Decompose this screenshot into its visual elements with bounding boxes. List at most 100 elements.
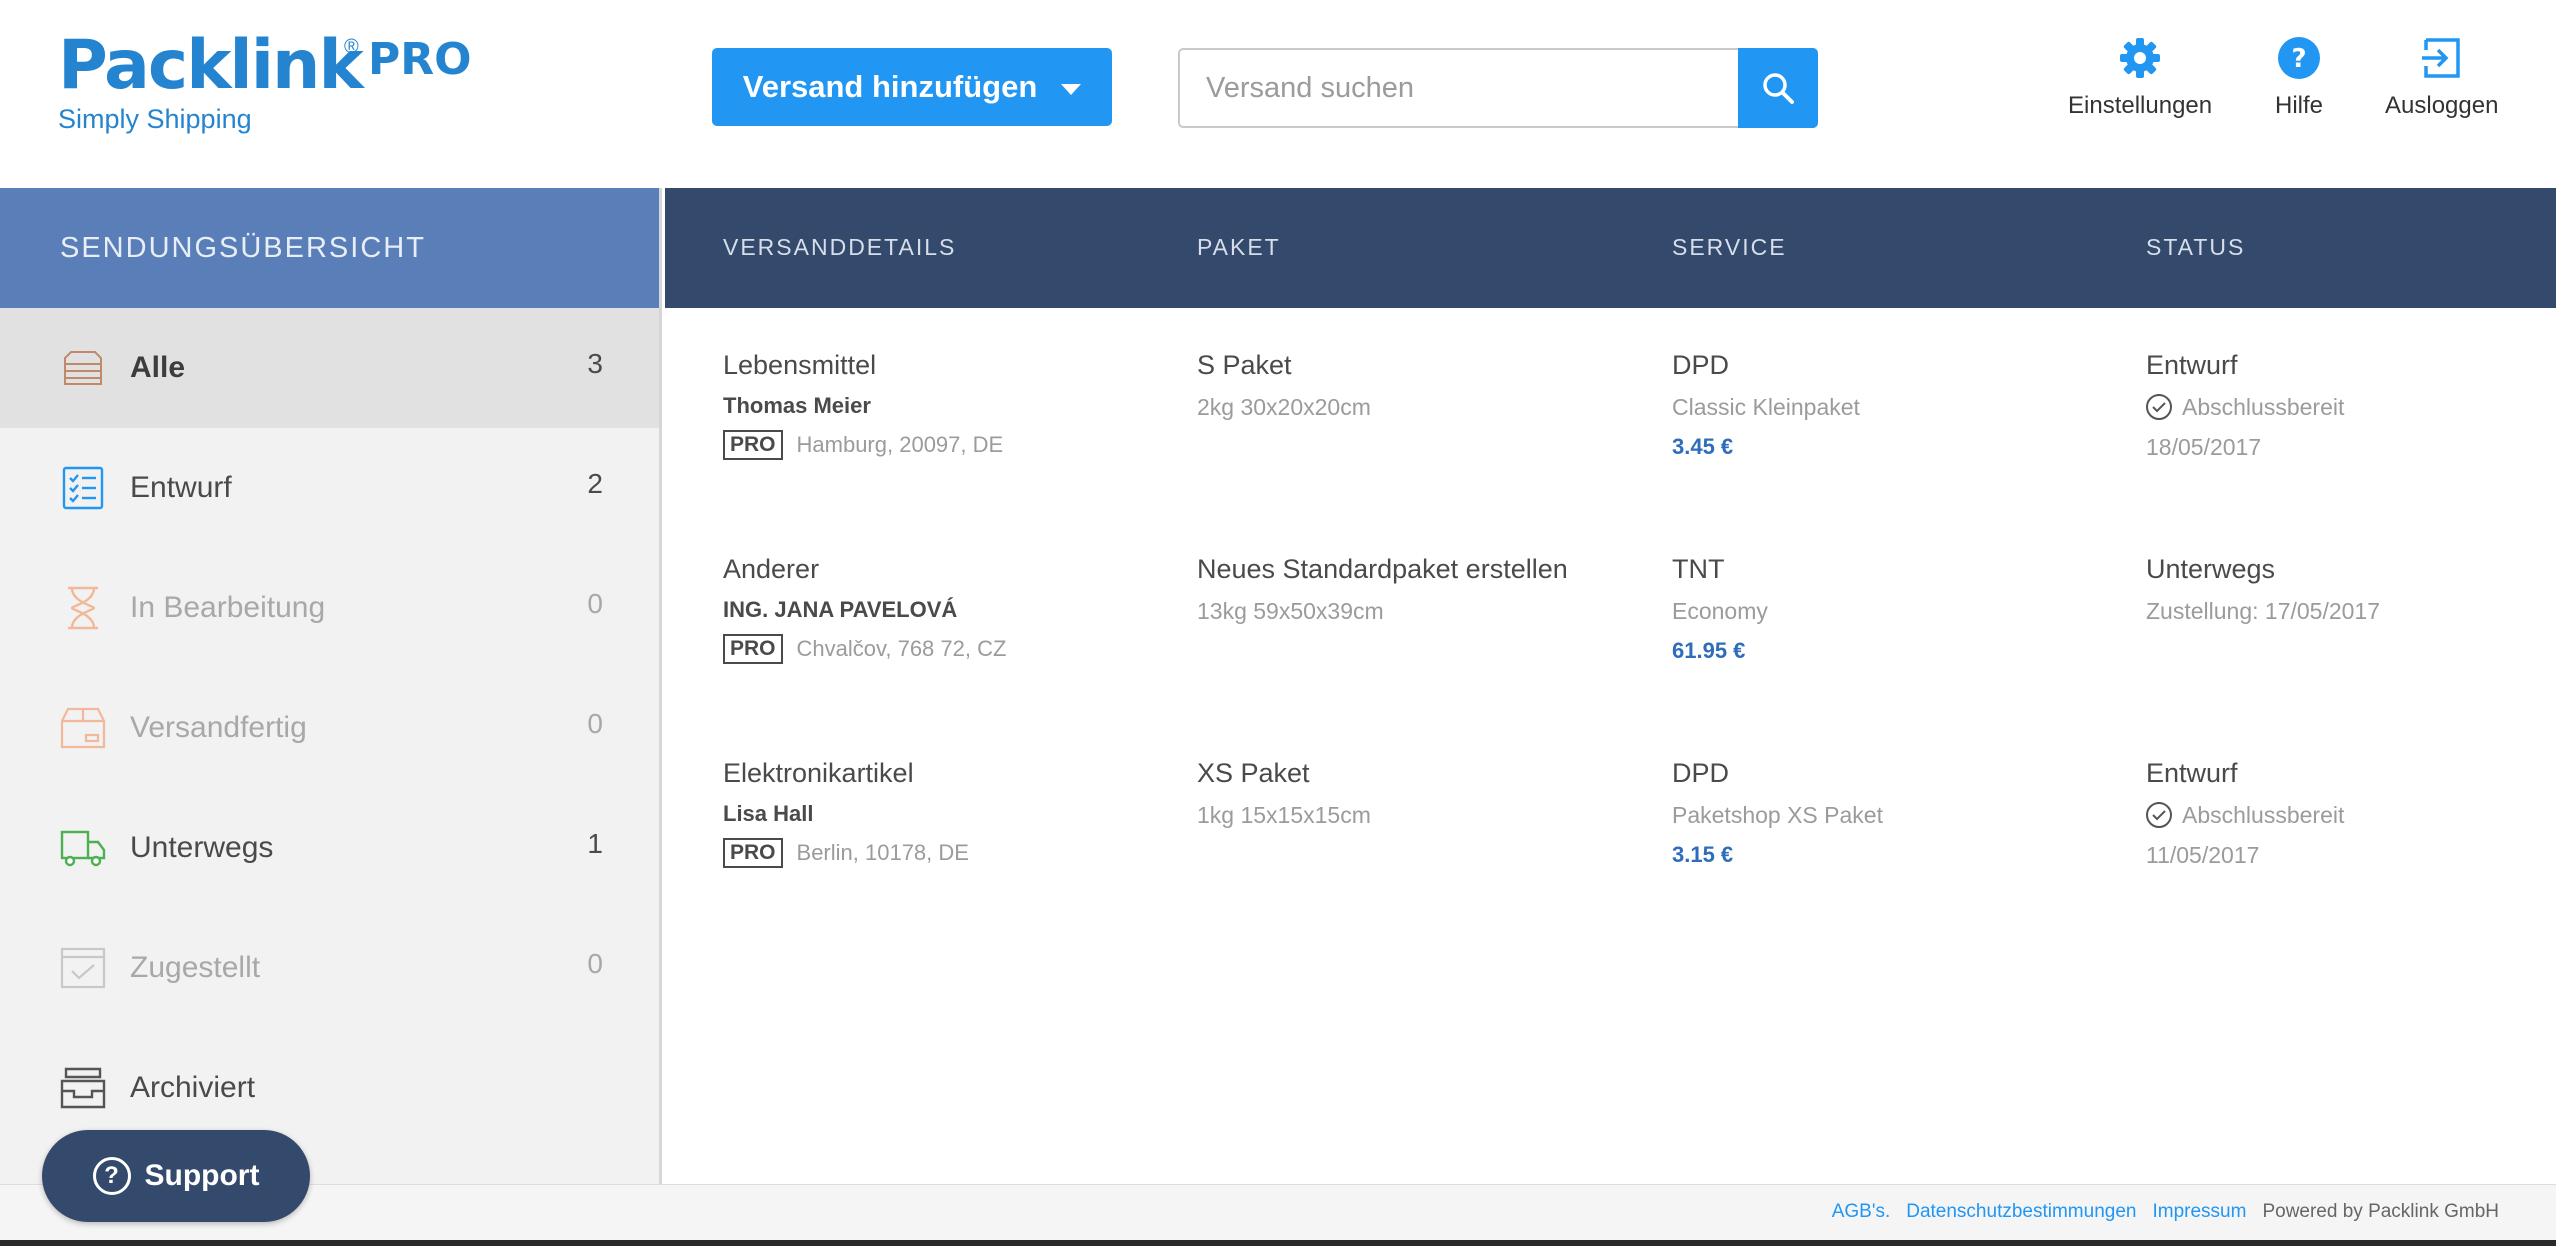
- logo-tagline: Simply Shipping: [58, 104, 252, 134]
- sidebar-item-label: Versandfertig: [130, 711, 307, 744]
- pro-badge: PRO: [723, 430, 783, 460]
- package-name: Neues Standardpaket erstellen: [1197, 554, 1568, 584]
- bottom-strip: [0, 1240, 2556, 1246]
- recipient-name: ING. JANA PAVELOVÁ: [723, 597, 958, 622]
- sidebar-item-alle[interactable]: Alle 3: [0, 308, 659, 428]
- powered-by-text: Powered by Packlink GmbH: [2262, 1201, 2499, 1222]
- shipments-table-header: VERSANDDETAILS PAKET SERVICE STATUS: [665, 188, 2556, 308]
- packlink-logo[interactable]: Packlink ® PRO Simply Shipping: [58, 26, 472, 136]
- recipient-address: PRO Chvalčov, 768 72, CZ: [723, 634, 1006, 664]
- logo-registered-mark: ®: [344, 36, 359, 58]
- status-label: Entwurf: [2146, 350, 2238, 380]
- details-cell: Lebensmittel Thomas Meier PRO Hamburg, 2…: [723, 348, 1003, 460]
- status-cell: Unterwegs Zustellung: 17/05/2017: [2146, 552, 2380, 626]
- package-dimensions: 1kg 15x15x15cm: [1197, 802, 1371, 828]
- sidebar-item-entwurf[interactable]: Entwurf 2: [0, 428, 659, 548]
- status-cell: Entwurf Abschlussbereit 18/05/2017: [2146, 348, 2344, 462]
- sidebar-item-zugestellt[interactable]: Zugestellt 0: [0, 908, 659, 1028]
- details-cell: Elektronikartikel Lisa Hall PRO Berlin, …: [723, 756, 969, 868]
- check-circle-icon: [2146, 394, 2172, 420]
- address-text: Hamburg, 20097, DE: [796, 432, 1004, 457]
- sidebar-item-label: Alle: [130, 351, 186, 384]
- sidebar-item-unterwegs[interactable]: Unterwegs 1: [0, 788, 659, 908]
- search-bar: [1178, 48, 1818, 128]
- sidebar-item-label: Unterwegs: [130, 831, 274, 864]
- svg-text:?: ?: [2291, 44, 2306, 74]
- sidebar-item-in-bearbeitung[interactable]: In Bearbeitung 0: [0, 548, 659, 668]
- help-button[interactable]: ? Hilfe: [2275, 36, 2323, 120]
- add-shipment-button[interactable]: Versand hinzufügen: [712, 48, 1112, 126]
- package-cell: S Paket 2kg 30x20x20cm: [1197, 348, 1371, 422]
- sidebar-item-versandfertig[interactable]: Versandfertig 0: [0, 668, 659, 788]
- details-cell: Anderer ING. JANA PAVELOVÁ PRO Chvalčov,…: [723, 552, 1006, 664]
- search-button[interactable]: [1738, 48, 1818, 128]
- status-label: Unterwegs: [2146, 554, 2276, 584]
- sidebar-title: SENDUNGSÜBERSICHT: [0, 188, 659, 308]
- logout-label: Ausloggen: [2385, 92, 2499, 119]
- shipment-title: Lebensmittel: [723, 350, 877, 380]
- help-circle-icon: ?: [92, 1157, 131, 1195]
- service-price: 3.15 €: [1672, 842, 1734, 867]
- top-header: Packlink ® PRO Simply Shipping Versand h…: [0, 0, 2556, 188]
- search-input[interactable]: [1178, 48, 1738, 128]
- pro-badge: PRO: [723, 634, 783, 664]
- footer: AGB's. Datenschutzbestimmungen Impressum…: [0, 1184, 2556, 1246]
- status-date: 18/05/2017: [2146, 434, 2262, 460]
- service-cell: DPD Classic Kleinpaket 3.45 €: [1672, 348, 1860, 462]
- box-icon: [60, 705, 106, 751]
- status-sub-text: Abschlussbereit: [2182, 394, 2345, 420]
- sidebar-item-count: 2: [587, 468, 603, 499]
- privacy-link[interactable]: Datenschutzbestimmungen: [1906, 1201, 2136, 1223]
- package-cell: XS Paket 1kg 15x15x15cm: [1197, 756, 1371, 830]
- service-cell: DPD Paketshop XS Paket 3.15 €: [1672, 756, 1883, 870]
- column-header-service[interactable]: SERVICE: [1672, 234, 1787, 261]
- logo-wordmark: Packlink: [58, 26, 364, 105]
- package-dimensions: 2kg 30x20x20cm: [1197, 394, 1371, 420]
- imprint-link[interactable]: Impressum: [2152, 1201, 2246, 1223]
- package-cell: Neues Standardpaket erstellen 13kg 59x50…: [1197, 552, 1568, 626]
- pro-badge: PRO: [723, 838, 783, 868]
- logout-button[interactable]: Ausloggen: [2385, 36, 2498, 120]
- settings-button[interactable]: Einstellungen: [2068, 36, 2212, 120]
- service-name: Economy: [1672, 598, 1768, 624]
- sidebar-item-count: 0: [587, 588, 603, 619]
- hourglass-icon: [60, 585, 106, 631]
- table-row[interactable]: Elektronikartikel Lisa Hall PRO Berlin, …: [665, 756, 2556, 960]
- support-button[interactable]: ? Support: [42, 1130, 310, 1222]
- logo-pro-label: PRO: [368, 34, 472, 85]
- status-label: Entwurf: [2146, 758, 2238, 788]
- package-name: S Paket: [1197, 350, 1292, 380]
- service-price: 3.45 €: [1672, 434, 1734, 459]
- sidebar: SENDUNGSÜBERSICHT Alle 3 Entwurf 2 In Be…: [0, 188, 662, 1188]
- stack-icon: [60, 345, 106, 391]
- sidebar-item-count: 1: [587, 828, 603, 859]
- service-name: Classic Kleinpaket: [1672, 394, 1860, 420]
- column-header-status[interactable]: STATUS: [2146, 234, 2245, 261]
- recipient-address: PRO Hamburg, 20097, DE: [723, 430, 1003, 460]
- service-cell: TNT Economy 61.95 €: [1672, 552, 1768, 666]
- status-detail: Abschlussbereit: [2146, 392, 2344, 422]
- service-price: 61.95 €: [1672, 638, 1746, 663]
- column-header-details[interactable]: VERSANDDETAILS: [723, 234, 956, 261]
- recipient-name: Thomas Meier: [723, 393, 871, 418]
- carrier-name: DPD: [1672, 350, 1730, 380]
- sidebar-item-count: 3: [587, 348, 603, 379]
- chevron-down-icon: [1061, 83, 1082, 95]
- terms-link[interactable]: AGB's.: [1832, 1201, 1891, 1223]
- service-name: Paketshop XS Paket: [1672, 802, 1883, 828]
- address-text: Berlin, 10178, DE: [796, 840, 969, 865]
- table-row[interactable]: Anderer ING. JANA PAVELOVÁ PRO Chvalčov,…: [665, 552, 2556, 756]
- address-text: Chvalčov, 768 72, CZ: [796, 636, 1007, 661]
- table-row[interactable]: Lebensmittel Thomas Meier PRO Hamburg, 2…: [665, 348, 2556, 552]
- carrier-name: DPD: [1672, 758, 1730, 788]
- check-circle-icon: [2146, 802, 2172, 828]
- column-header-package[interactable]: PAKET: [1197, 234, 1281, 261]
- status-sub-text: Abschlussbereit: [2182, 802, 2345, 828]
- carrier-name: TNT: [1672, 554, 1725, 584]
- archive-icon: [60, 1065, 106, 1111]
- sidebar-item-label: Zugestellt: [130, 951, 261, 984]
- checklist-icon: [60, 465, 106, 511]
- footer-links: AGB's. Datenschutzbestimmungen Impressum…: [1832, 1201, 2499, 1223]
- app-page: Packlink ® PRO Simply Shipping Versand h…: [0, 0, 2556, 1246]
- recipient-address: PRO Berlin, 10178, DE: [723, 838, 969, 868]
